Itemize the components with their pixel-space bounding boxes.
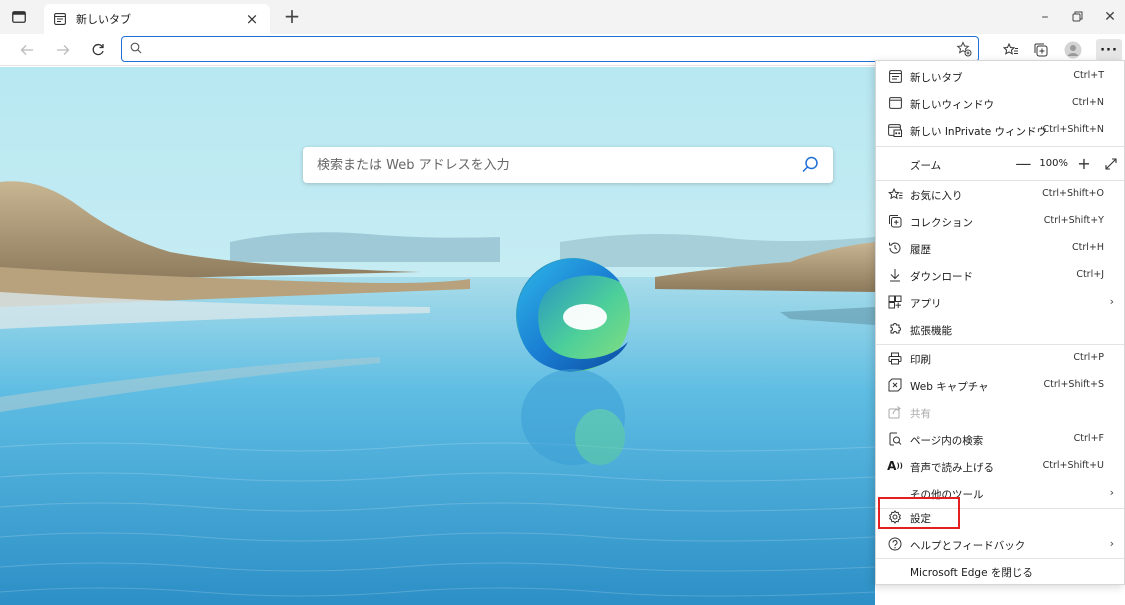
menu-item-print[interactable]: 印刷 Ctrl+P: [876, 345, 1124, 372]
apps-icon: [887, 294, 903, 310]
zoom-in-button[interactable]: +: [1076, 154, 1092, 173]
find-icon: [887, 431, 903, 447]
settings-and-more-button[interactable]: ···: [1096, 39, 1122, 61]
zoom-out-button[interactable]: —: [1015, 154, 1031, 173]
menu-item-new-window[interactable]: 新しいウィンドウ Ctrl+N: [876, 90, 1124, 117]
history-icon: [887, 240, 903, 256]
menu-item-zoom: ズーム — 100% +: [876, 149, 1124, 179]
chevron-right-icon: ›: [1109, 486, 1114, 499]
menu-item-history[interactable]: 履歴 Ctrl+H: [876, 235, 1124, 262]
new-tab-icon: [54, 13, 66, 25]
read-aloud-icon: A)): [887, 459, 903, 473]
print-icon: [887, 350, 903, 366]
menu-item-apps[interactable]: アプリ ›: [876, 289, 1124, 316]
help-icon: [887, 536, 903, 552]
menu-item-find[interactable]: ページ内の検索 Ctrl+F: [876, 426, 1124, 453]
menu-item-downloads[interactable]: ダウンロード Ctrl+J: [876, 262, 1124, 289]
extensions-icon: [887, 321, 903, 337]
zoom-level: 100%: [1039, 158, 1068, 169]
search-box[interactable]: [303, 147, 833, 183]
restore-button[interactable]: [1062, 6, 1092, 28]
menu-item-share[interactable]: 共有: [876, 399, 1124, 426]
address-bar[interactable]: [121, 36, 979, 62]
menu-item-web-capture[interactable]: Web キャプチャ Ctrl+Shift+S: [876, 372, 1124, 399]
new-window-icon: [887, 95, 903, 111]
search-icon: [130, 42, 142, 54]
address-input[interactable]: [148, 39, 928, 59]
menu-item-collections[interactable]: コレクション Ctrl+Shift+Y: [876, 208, 1124, 235]
close-tab-icon[interactable]: ×: [244, 10, 260, 28]
tab-actions-icon[interactable]: [10, 8, 28, 26]
collections-icon: [887, 213, 903, 229]
collections-icon[interactable]: [1030, 39, 1052, 61]
menu-item-new-inprivate[interactable]: 新しい InPrivate ウィンドウ Ctrl+Shift+N: [876, 117, 1124, 144]
edge-logo: [516, 258, 630, 372]
favorites-icon: [887, 186, 903, 202]
menu-separator: [876, 146, 1124, 147]
menu-item-help[interactable]: ヘルプとフィードバック ›: [876, 531, 1124, 558]
menu-item-new-tab[interactable]: 新しいタブ Ctrl+T: [876, 63, 1124, 90]
search-icon[interactable]: [801, 156, 819, 174]
inprivate-icon: [887, 122, 903, 138]
web-capture-icon: [887, 377, 903, 393]
favorites-icon[interactable]: [1000, 39, 1022, 61]
new-tab-button[interactable]: +: [280, 5, 304, 29]
forward-button[interactable]: [52, 39, 74, 61]
tab-new-tab[interactable]: 新しいタブ ×: [44, 4, 270, 34]
menu-item-close-edge[interactable]: Microsoft Edge を閉じる: [876, 558, 1124, 585]
title-bar: 新しいタブ × + – ✕: [0, 0, 1125, 34]
chevron-right-icon: ›: [1109, 537, 1114, 550]
new-tab-page: [0, 67, 875, 605]
chevron-right-icon: ›: [1109, 295, 1114, 308]
menu-item-extensions[interactable]: 拡張機能: [876, 316, 1124, 343]
share-icon: [887, 404, 903, 420]
profile-avatar[interactable]: [1062, 39, 1084, 61]
menu-item-favorites[interactable]: お気に入り Ctrl+Shift+O: [876, 181, 1124, 208]
fullscreen-icon[interactable]: [1104, 157, 1118, 171]
search-input[interactable]: [317, 157, 801, 173]
download-icon: [887, 267, 903, 283]
minimize-button[interactable]: –: [1030, 6, 1060, 28]
new-tab-icon: [887, 68, 903, 84]
settings-highlight-box: [878, 497, 960, 529]
add-favorite-icon[interactable]: [956, 41, 972, 57]
tab-title: 新しいタブ: [76, 13, 131, 26]
refresh-button[interactable]: [87, 39, 109, 61]
menu-item-read-aloud[interactable]: A)) 音声で読み上げる Ctrl+Shift+U: [876, 453, 1124, 480]
back-button[interactable]: [16, 39, 38, 61]
close-window-button[interactable]: ✕: [1095, 6, 1125, 28]
